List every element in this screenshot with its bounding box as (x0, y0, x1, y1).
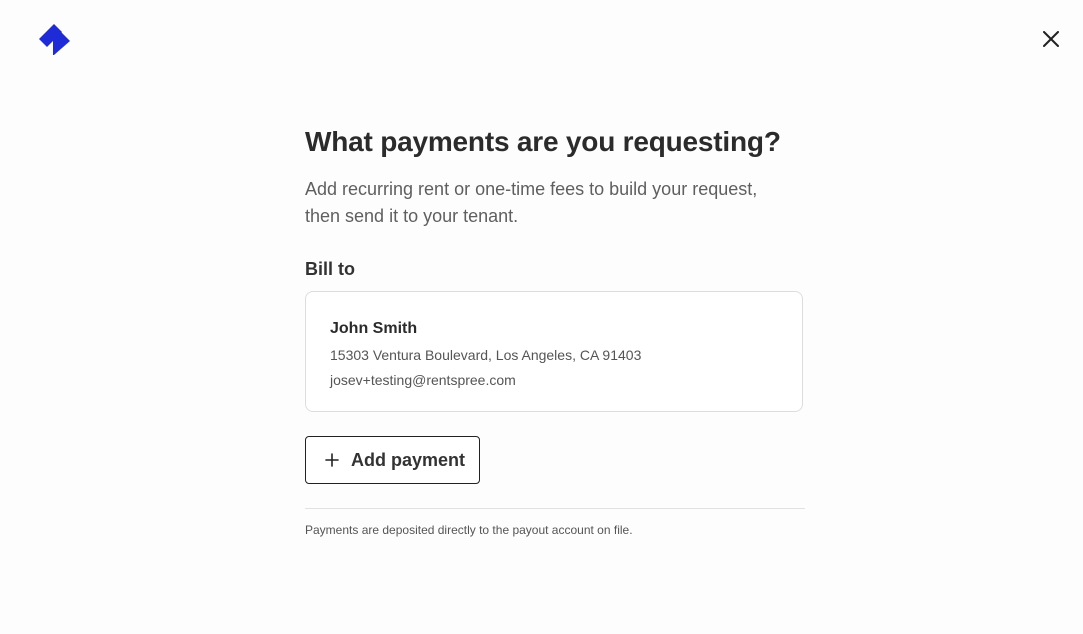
close-button[interactable] (1036, 24, 1066, 54)
add-payment-button[interactable]: Add payment (305, 436, 480, 484)
page-subtitle: Add recurring rent or one-time fees to b… (305, 176, 805, 230)
payment-request-content: What payments are you requesting? Add re… (305, 122, 805, 538)
page-title: What payments are you requesting? (305, 126, 781, 157)
close-icon (1043, 31, 1059, 47)
tenant-name: John Smith (330, 320, 418, 337)
tenant-address: 15303 Ventura Boulevard, Los Angeles, CA… (330, 347, 642, 363)
bill-to-card: John Smith 15303 Ventura Boulevard, Los … (305, 291, 803, 412)
subtitle-line-1: Add recurring rent or one-time fees to b… (305, 179, 758, 199)
tenant-email: josev+testing@rentspree.com (330, 372, 516, 388)
divider (305, 508, 805, 509)
payout-footnote: Payments are deposited directly to the p… (305, 523, 633, 537)
plus-icon (324, 452, 340, 468)
subtitle-line-2: then send it to your tenant. (305, 206, 519, 226)
add-payment-label: Add payment (351, 449, 466, 470)
rentspree-logo-icon (39, 23, 71, 55)
bill-to-label: Bill to (305, 259, 355, 279)
